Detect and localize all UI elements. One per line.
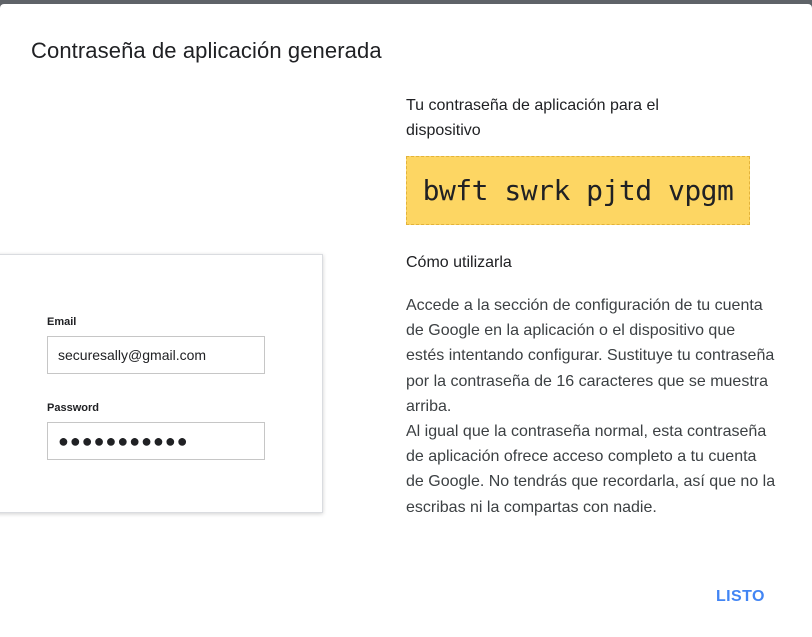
instructions: Accede a la sección de configuración de … xyxy=(406,293,776,520)
app-password-dialog: Contraseña de aplicación generada Email … xyxy=(0,4,812,637)
illustration-email-field: securesally@gmail.com xyxy=(47,336,265,374)
illustration-email-label: Email xyxy=(47,316,77,328)
dialog-title: Contraseña de aplicación generada xyxy=(31,38,382,63)
instructions-paragraph-1: Accede a la sección de configuración de … xyxy=(406,297,775,415)
login-illustration: Email securesally@gmail.com Password ●●●… xyxy=(0,254,323,513)
how-to-use-heading: Cómo utilizarla xyxy=(406,254,512,271)
illustration-password-field: ●●●●●●●●●●● xyxy=(47,422,265,460)
illustration-password-label: Password xyxy=(47,402,99,414)
app-password-text[interactable]: bwft swrk pjtd vpgm xyxy=(423,174,734,207)
app-password-box: bwft swrk pjtd vpgm xyxy=(406,156,750,225)
app-password-heading: Tu contraseña de aplicación para el disp… xyxy=(406,97,659,139)
instructions-paragraph-2: Al igual que la contraseña normal, esta … xyxy=(406,423,776,516)
done-button[interactable]: LISTO xyxy=(706,583,775,611)
